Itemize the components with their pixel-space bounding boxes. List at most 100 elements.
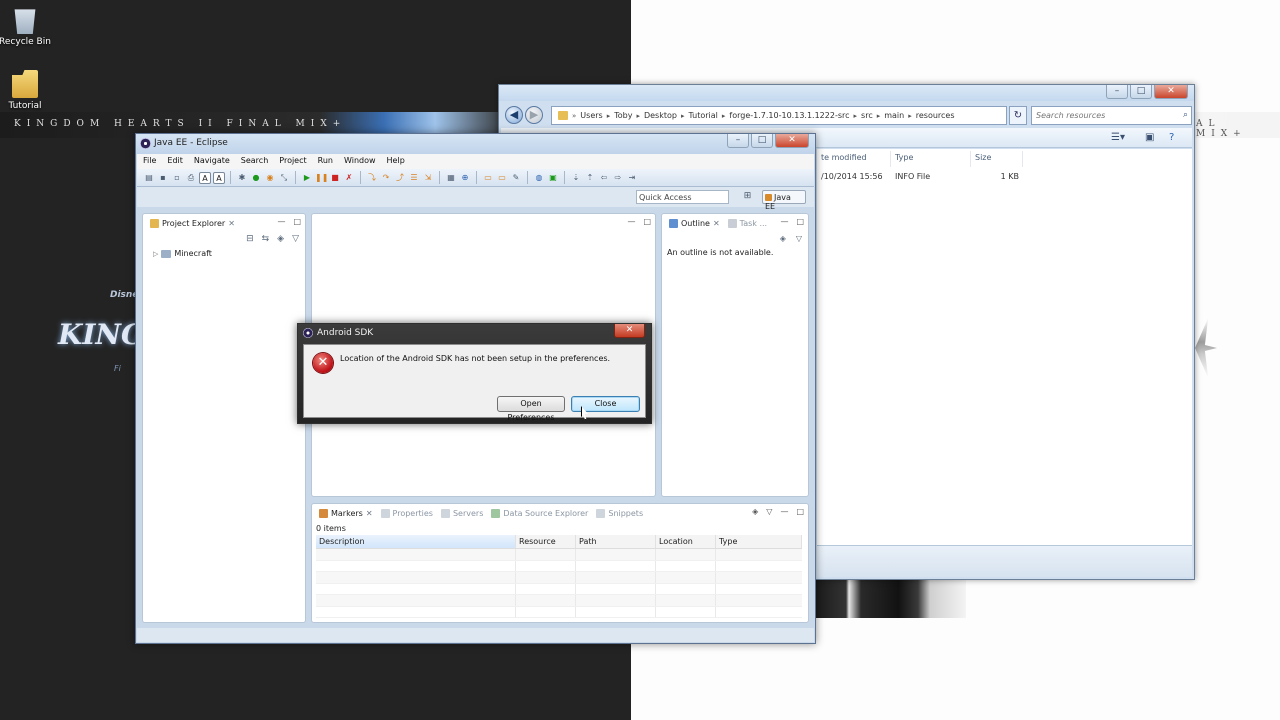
- tab-snippets[interactable]: Snippets: [592, 507, 647, 520]
- perspective-java-ee-button[interactable]: Java EE: [762, 190, 806, 211]
- breadcrumb-item[interactable]: resources: [916, 111, 955, 120]
- minimize-button[interactable]: –: [727, 134, 749, 148]
- column-header-type[interactable]: Type: [716, 535, 802, 548]
- file-row[interactable]: /10/2014 15:56 INFO File 1 KB: [817, 170, 1192, 186]
- view-options-icon[interactable]: ☰▾: [1111, 132, 1125, 143]
- expand-arrow-icon[interactable]: ▷: [153, 250, 158, 258]
- collapse-all-icon[interactable]: ⊟: [246, 234, 254, 244]
- open-task-icon[interactable]: ▭: [496, 172, 508, 184]
- breadcrumb-item[interactable]: src: [861, 111, 873, 120]
- breadcrumb-item[interactable]: Tutorial: [688, 111, 717, 120]
- back-button[interactable]: ◀: [505, 106, 523, 124]
- last-edit-icon[interactable]: ⇥: [626, 172, 638, 184]
- toggle-mark-icon[interactable]: A: [199, 171, 211, 184]
- back-icon[interactable]: ⇦: [598, 172, 610, 184]
- desktop-icon-recycle-bin[interactable]: Recycle Bin: [0, 6, 56, 47]
- column-header-size[interactable]: Size: [971, 151, 1023, 167]
- refresh-icon[interactable]: ↻: [1009, 106, 1027, 125]
- open-perspective-icon[interactable]: ⊞: [741, 191, 754, 203]
- minimize-button[interactable]: –: [1106, 85, 1128, 99]
- new-server-icon[interactable]: ▦: [445, 172, 457, 184]
- run-icon[interactable]: ●: [250, 172, 262, 184]
- tab-outline[interactable]: Outline ✕: [665, 217, 724, 230]
- suspend-icon[interactable]: ❚❚: [315, 172, 328, 184]
- tab-task-list[interactable]: Task ...: [724, 217, 771, 230]
- terminate-icon[interactable]: ■: [329, 172, 341, 184]
- focus-icon[interactable]: ◈: [752, 507, 758, 516]
- close-tab-icon[interactable]: ✕: [366, 509, 373, 518]
- menu-project[interactable]: Project: [273, 154, 311, 169]
- pin-icon[interactable]: ✎: [510, 172, 522, 184]
- menu-run[interactable]: Run: [312, 154, 338, 169]
- maximize-view-icon[interactable]: □: [796, 217, 804, 226]
- breadcrumb-item[interactable]: Desktop: [644, 111, 677, 120]
- help-icon[interactable]: ?: [1169, 132, 1174, 143]
- breadcrumb-item[interactable]: forge-1.7.10-10.13.1.1222-src: [729, 111, 849, 120]
- menu-edit[interactable]: Edit: [161, 154, 188, 169]
- next-annotation-icon[interactable]: ⇣: [570, 172, 582, 184]
- close-tab-icon[interactable]: ✕: [228, 219, 235, 228]
- close-button[interactable]: ✕: [775, 134, 809, 148]
- column-header-modified[interactable]: te modified: [817, 151, 891, 167]
- disconnect-icon[interactable]: ✗: [343, 172, 355, 184]
- dialog-titlebar[interactable]: Android SDK ✕: [298, 324, 651, 342]
- drop-to-frame-icon[interactable]: ☰: [408, 172, 420, 184]
- maximize-button[interactable]: □: [1130, 85, 1152, 99]
- open-type-icon[interactable]: ⊕: [459, 172, 471, 184]
- search-input[interactable]: Search resources ⌕: [1031, 106, 1192, 125]
- minimize-view-icon[interactable]: —: [780, 507, 788, 516]
- tab-data-source-explorer[interactable]: Data Source Explorer: [487, 507, 592, 520]
- tab-markers[interactable]: Markers ✕: [315, 507, 377, 520]
- menu-file[interactable]: File: [137, 154, 161, 169]
- menu-window[interactable]: Window: [338, 154, 381, 169]
- address-bar[interactable]: » Users ▸ Toby ▸ Desktop ▸ Tutorial ▸ forge-…: [551, 106, 1007, 125]
- android-sdk-icon[interactable]: ▣: [547, 172, 559, 184]
- quick-access-input[interactable]: Quick Access: [636, 190, 729, 204]
- step-over-icon[interactable]: ↷: [380, 172, 392, 184]
- maximize-view-icon[interactable]: □: [293, 217, 301, 226]
- desktop-icon-tutorial[interactable]: Tutorial: [0, 70, 56, 111]
- view-menu-icon[interactable]: ▽: [796, 234, 802, 243]
- menu-navigate[interactable]: Navigate: [188, 154, 235, 169]
- save-icon[interactable]: ▪: [157, 172, 169, 184]
- maximize-button[interactable]: □: [751, 134, 773, 148]
- minimize-view-icon[interactable]: —: [277, 217, 285, 226]
- eclipse-titlebar[interactable]: Java EE - Eclipse – □ ✕: [136, 134, 815, 154]
- step-into-icon[interactable]: ⤵: [366, 172, 378, 184]
- open-folder-icon[interactable]: ▭: [482, 172, 494, 184]
- forward-button[interactable]: ▶: [525, 106, 543, 124]
- tab-project-explorer[interactable]: Project Explorer ✕: [146, 217, 239, 230]
- tree-item-minecraft[interactable]: ▷ Minecraft: [153, 249, 212, 258]
- focus-icon[interactable]: ◈: [780, 234, 786, 243]
- external-tools-icon[interactable]: ◉: [264, 172, 276, 184]
- column-header-resource[interactable]: Resource: [516, 535, 576, 548]
- skip-breakpoints-icon[interactable]: ⤡: [278, 172, 290, 184]
- resume-icon[interactable]: ▶: [301, 172, 313, 184]
- open-preferences-button[interactable]: Open Preferences: [497, 396, 565, 422]
- use-step-filters-icon[interactable]: ⇲: [422, 172, 434, 184]
- breadcrumb-item[interactable]: Toby: [614, 111, 632, 120]
- column-header-location[interactable]: Location: [656, 535, 716, 548]
- column-header-description[interactable]: Description: [316, 535, 516, 548]
- focus-icon[interactable]: ◈: [277, 234, 284, 244]
- save-all-icon[interactable]: ▫: [171, 172, 183, 184]
- search-icon[interactable]: ⌕: [1183, 110, 1188, 120]
- view-menu-icon[interactable]: ▽: [292, 234, 299, 244]
- debug-icon[interactable]: ✱: [236, 172, 248, 184]
- new-icon[interactable]: ▤: [143, 172, 155, 184]
- forward-icon[interactable]: ⇨: [612, 172, 624, 184]
- minimize-view-icon[interactable]: —: [780, 217, 788, 226]
- column-header-type[interactable]: Type: [891, 151, 971, 167]
- close-button[interactable]: ✕: [1154, 85, 1188, 99]
- explorer-titlebar[interactable]: – □ ✕: [499, 85, 1194, 101]
- minimize-view-icon[interactable]: —: [627, 217, 635, 226]
- tab-properties[interactable]: Properties: [377, 507, 437, 520]
- close-tab-icon[interactable]: ✕: [713, 219, 720, 228]
- maximize-view-icon[interactable]: □: [643, 217, 651, 226]
- web-browser-icon[interactable]: ◍: [533, 172, 545, 184]
- view-menu-icon[interactable]: ▽: [766, 507, 772, 516]
- link-with-editor-icon[interactable]: ⇆: [262, 234, 270, 244]
- preview-pane-icon[interactable]: ▣: [1145, 132, 1154, 143]
- menu-search[interactable]: Search: [235, 154, 273, 169]
- toggle-word-wrap-icon[interactable]: A: [213, 171, 225, 184]
